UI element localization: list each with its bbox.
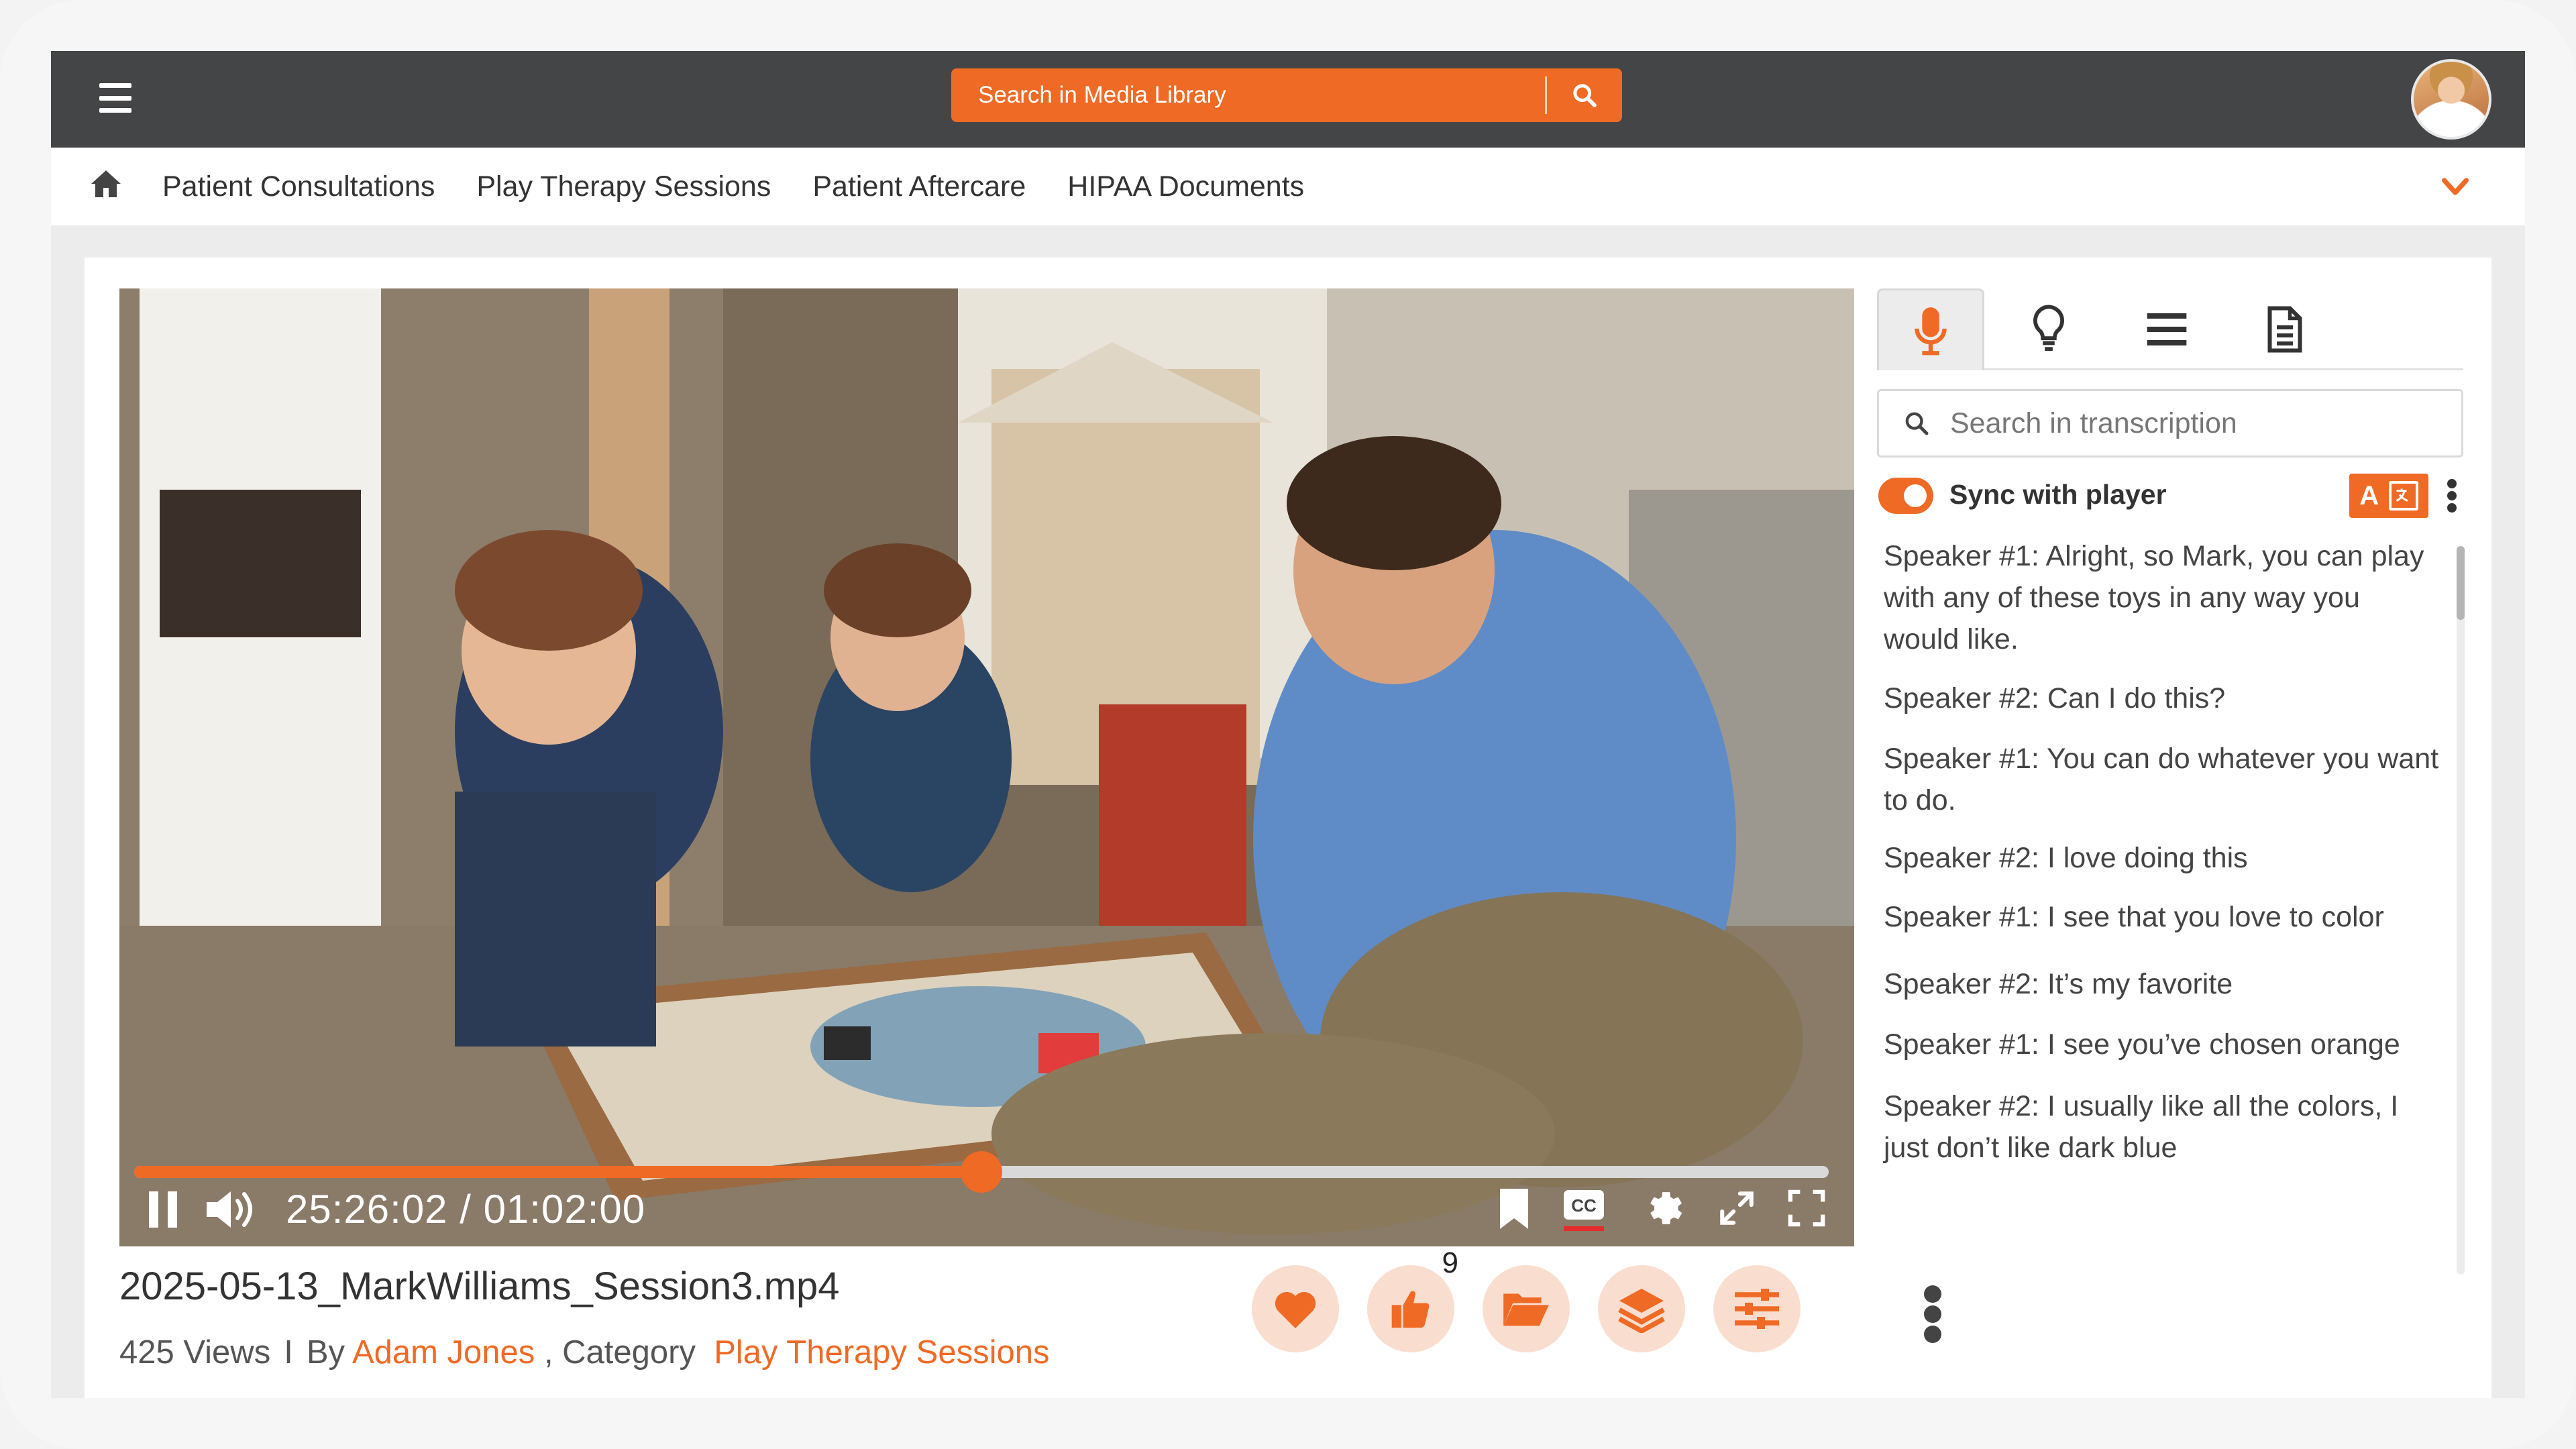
expand-icon[interactable] — [1717, 1189, 1756, 1228]
tab-chapters[interactable] — [2113, 288, 2220, 370]
volume-icon[interactable] — [205, 1189, 256, 1230]
transcript-scrollbar[interactable] — [2457, 546, 2465, 1275]
pause-icon[interactable] — [146, 1189, 180, 1230]
media-search-input[interactable] — [951, 68, 1545, 122]
video-player[interactable]: 25:26:02 / 01:02:00 CC — [119, 288, 1854, 1246]
bookmark-icon[interactable] — [1497, 1187, 1531, 1230]
fullscreen-icon[interactable] — [1787, 1189, 1826, 1228]
user-avatar[interactable] — [2411, 59, 2491, 140]
sync-row: Sync with player A — [1877, 474, 2463, 518]
adjust-button[interactable] — [1713, 1265, 1801, 1352]
transcript-line[interactable]: Speaker #1: Alright, so Mark, you can pl… — [1877, 535, 2440, 660]
transcript-line[interactable]: Speaker #2: It’s my favorite — [1877, 963, 2440, 1005]
meta-separator: I — [284, 1334, 293, 1371]
video-frame — [119, 288, 1854, 1246]
transcript-list: Speaker #1: Alright, so Mark, you can pl… — [1877, 535, 2440, 1263]
list-icon — [2147, 313, 2187, 345]
search-icon — [1573, 84, 1597, 107]
menu-icon[interactable] — [99, 83, 131, 113]
cc-icon[interactable]: CC — [1562, 1187, 1606, 1232]
nav-link-patient-aftercare[interactable]: Patient Aftercare — [812, 170, 1026, 203]
progress-bar[interactable] — [134, 1151, 1829, 1193]
scrollbar-thumb[interactable] — [2457, 546, 2465, 620]
tab-insights[interactable] — [1995, 288, 2102, 370]
layers-icon — [1618, 1289, 1665, 1333]
thumbs-up-icon — [1391, 1291, 1430, 1328]
author-link[interactable]: Adam Jones — [352, 1334, 535, 1371]
nav-link-hipaa-documents[interactable]: HIPAA Documents — [1067, 170, 1304, 203]
video-title: 2025-05-13_MarkWilliams_Session3.mp4 — [119, 1265, 840, 1308]
transcript-line[interactable]: Speaker #2: Can I do this? — [1877, 678, 2440, 719]
media-library-search — [951, 68, 1622, 122]
sliders-icon — [1735, 1289, 1779, 1329]
playlist-button[interactable] — [1598, 1265, 1685, 1352]
sync-label: Sync with player — [1949, 479, 2167, 510]
nav-link-patient-consultations[interactable]: Patient Consultations — [162, 170, 435, 203]
translate-icon — [2388, 481, 2418, 511]
settings-icon[interactable] — [1642, 1186, 1686, 1230]
translate-button[interactable]: A — [2349, 474, 2428, 518]
category-label: , Category — [543, 1334, 696, 1371]
transcript-search-input[interactable] — [1950, 407, 2461, 440]
transcript-line[interactable]: Speaker #1: I see you’ve chosen orange — [1877, 1024, 2440, 1065]
transcript-line[interactable]: Speaker #1: You can do whatever you want… — [1877, 738, 2440, 821]
nav-links: Patient Consultations Play Therapy Sessi… — [162, 148, 1304, 225]
side-tabs — [1877, 288, 2463, 370]
transcript-line[interactable]: Speaker #2: I usually like all the color… — [1877, 1085, 2440, 1169]
by-label: By — [306, 1334, 345, 1371]
tab-transcription[interactable] — [1877, 288, 1984, 370]
heart-icon — [1275, 1291, 1316, 1329]
microphone-icon — [1915, 307, 1947, 355]
time-display: 25:26:02 / 01:02:00 — [286, 1187, 646, 1232]
sync-toggle[interactable] — [1878, 478, 1933, 514]
progress-fill — [134, 1166, 981, 1178]
tab-documents[interactable] — [2231, 288, 2339, 370]
like-count: 9 — [1442, 1246, 1458, 1279]
translate-letter: A — [2359, 480, 2379, 511]
nav-link-play-therapy-sessions[interactable]: Play Therapy Sessions — [476, 170, 771, 203]
progress-handle[interactable] — [961, 1151, 1002, 1193]
category-nav: Patient Consultations Play Therapy Sessi… — [51, 148, 2525, 225]
transcript-panel: Sync with player A Speaker #1: Alright, … — [1877, 288, 2463, 1398]
transcript-line[interactable]: Speaker #2: I love doing this — [1877, 837, 2440, 879]
favorite-button[interactable] — [1252, 1265, 1339, 1352]
home-icon[interactable] — [90, 169, 122, 199]
transcript-search — [1877, 389, 2463, 458]
video-actions: 9 — [1252, 1246, 1963, 1352]
folder-icon — [1503, 1293, 1549, 1326]
like-button[interactable]: 9 — [1367, 1246, 1458, 1352]
document-icon — [2267, 306, 2302, 353]
content-panel: 25:26:02 / 01:02:00 CC 2025-05-13_MarkWi… — [85, 258, 2491, 1398]
app-screen: Patient Consultations Play Therapy Sessi… — [51, 51, 2525, 1398]
folder-button[interactable] — [1483, 1265, 1570, 1352]
search-button[interactable] — [1547, 68, 1622, 122]
lightbulb-icon — [2033, 305, 2064, 352]
svg-text:CC: CC — [1571, 1195, 1597, 1216]
transcript-options-icon[interactable] — [2446, 479, 2458, 513]
category-link[interactable]: Play Therapy Sessions — [714, 1334, 1049, 1371]
device-frame: Patient Consultations Play Therapy Sessi… — [0, 0, 2576, 1449]
transcript-line[interactable]: Speaker #1: I see that you love to color — [1877, 896, 2440, 938]
search-icon — [1905, 412, 1929, 435]
video-meta: 425 Views I By Adam Jones , Category Play … — [119, 1334, 1049, 1371]
view-count: 425 Views — [119, 1334, 271, 1371]
chevron-down-icon[interactable] — [2440, 173, 2470, 200]
top-bar — [51, 51, 2525, 148]
